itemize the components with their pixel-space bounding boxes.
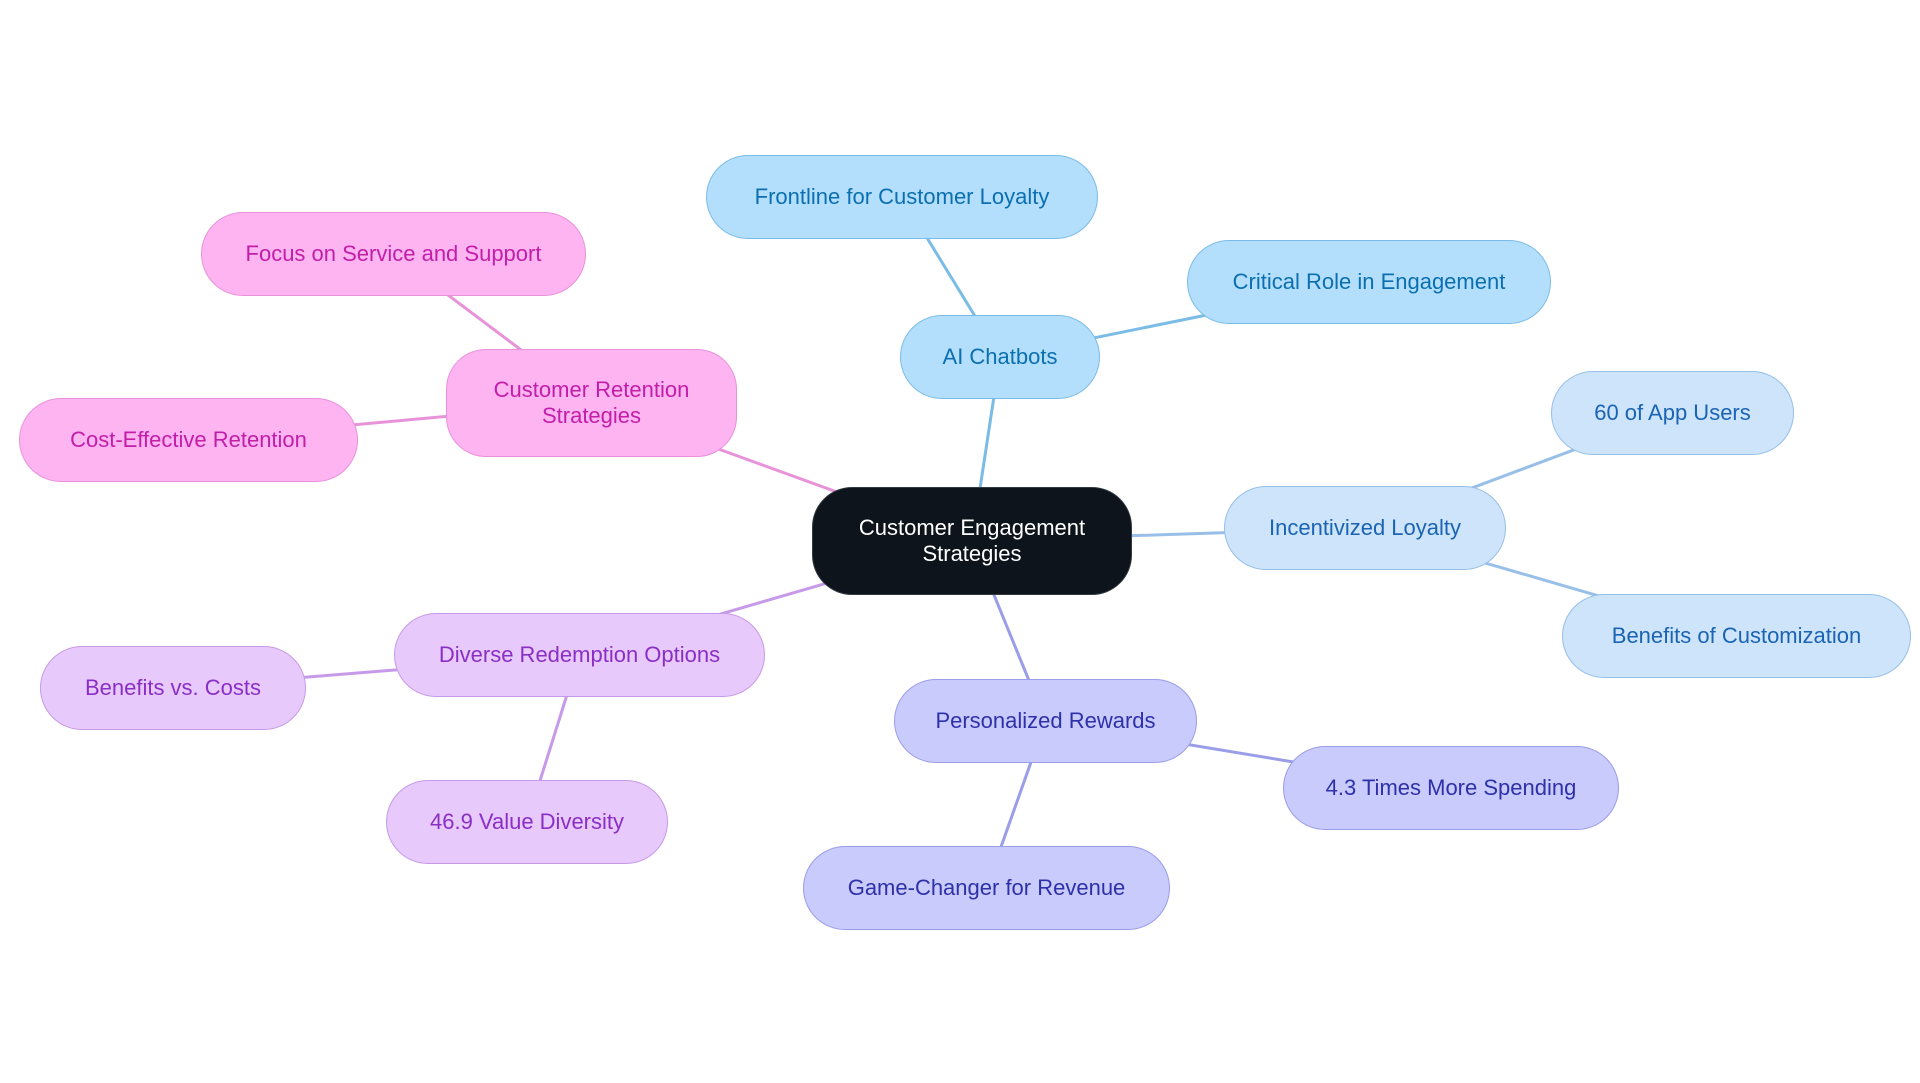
node-label-line: Game-Changer for Revenue: [847, 875, 1126, 900]
node-label: Frontline for Customer Loyalty: [755, 184, 1050, 210]
node-label-line: 60 of App Users: [1594, 400, 1751, 425]
node-label: Personalized Rewards: [935, 708, 1155, 734]
node-label-line: Cost-Effective Retention: [70, 427, 307, 452]
node-customization[interactable]: Benefits of Customization: [1562, 594, 1911, 678]
node-label: Focus on Service and Support: [246, 241, 542, 267]
node-benefits-costs[interactable]: Benefits vs. Costs: [40, 646, 306, 730]
node-label: AI Chatbots: [943, 344, 1058, 370]
node-label: 46.9 Value Diversity: [430, 809, 624, 835]
node-label-line: Focus on Service and Support: [245, 241, 542, 266]
node-label: 4.3 Times More Spending: [1326, 775, 1577, 801]
node-incentivized-loyalty[interactable]: Incentivized Loyalty: [1224, 486, 1506, 570]
node-label-line: 46.9 Value Diversity: [429, 809, 624, 834]
node-game-changer[interactable]: Game-Changer for Revenue: [803, 846, 1170, 930]
node-label-line: AI Chatbots: [942, 344, 1058, 369]
node-label-line: Frontline for Customer Loyalty: [754, 184, 1050, 209]
node-value-diversity[interactable]: 46.9 Value Diversity: [386, 780, 668, 864]
node-label: Diverse Redemption Options: [439, 642, 720, 668]
node-label: Cost-Effective Retention: [70, 427, 307, 453]
node-label-line: Strategies: [541, 403, 642, 428]
node-label-line: Personalized Rewards: [935, 708, 1156, 733]
node-label: Game-Changer for Revenue: [848, 875, 1126, 901]
node-label-line: Strategies: [922, 541, 1022, 566]
node-label: Customer Engagement Strategies: [859, 515, 1085, 567]
node-personalized-rewards[interactable]: Personalized Rewards: [894, 679, 1197, 763]
node-label-line: Customer Retention: [493, 377, 690, 402]
node-label-line: 4.3 Times More Spending: [1325, 775, 1577, 800]
node-label: Benefits of Customization: [1612, 623, 1861, 649]
node-label: Incentivized Loyalty: [1269, 515, 1461, 541]
node-frontline[interactable]: Frontline for Customer Loyalty: [706, 155, 1098, 239]
node-label-line: Diverse Redemption Options: [438, 642, 721, 667]
node-label-line: Incentivized Loyalty: [1269, 515, 1461, 540]
node-label-line: Customer Engagement: [858, 515, 1086, 540]
node-label-line: Critical Role in Engagement: [1232, 269, 1506, 294]
node-label: Critical Role in Engagement: [1233, 269, 1506, 295]
node-label: Benefits vs. Costs: [85, 675, 261, 701]
mindmap-canvas: Customer Engagement Strategies AI Chatbots…: [0, 0, 1920, 1083]
root-node-root[interactable]: Customer Engagement Strategies: [812, 487, 1132, 595]
node-customer-retention[interactable]: Customer Retention Strategies: [446, 349, 737, 457]
node-diverse-redemption[interactable]: Diverse Redemption Options: [394, 613, 765, 697]
node-app-users[interactable]: 60 of App Users: [1551, 371, 1794, 455]
node-critical-role[interactable]: Critical Role in Engagement: [1187, 240, 1551, 324]
node-label-line: Benefits vs. Costs: [84, 675, 262, 700]
node-label-line: Benefits of Customization: [1611, 623, 1862, 648]
node-ai-chatbots[interactable]: AI Chatbots: [900, 315, 1100, 399]
node-spending[interactable]: 4.3 Times More Spending: [1283, 746, 1619, 830]
node-service-support[interactable]: Focus on Service and Support: [201, 212, 586, 296]
node-label: 60 of App Users: [1594, 400, 1751, 426]
node-label: Customer Retention Strategies: [494, 377, 690, 429]
node-cost-effective[interactable]: Cost-Effective Retention: [19, 398, 358, 482]
